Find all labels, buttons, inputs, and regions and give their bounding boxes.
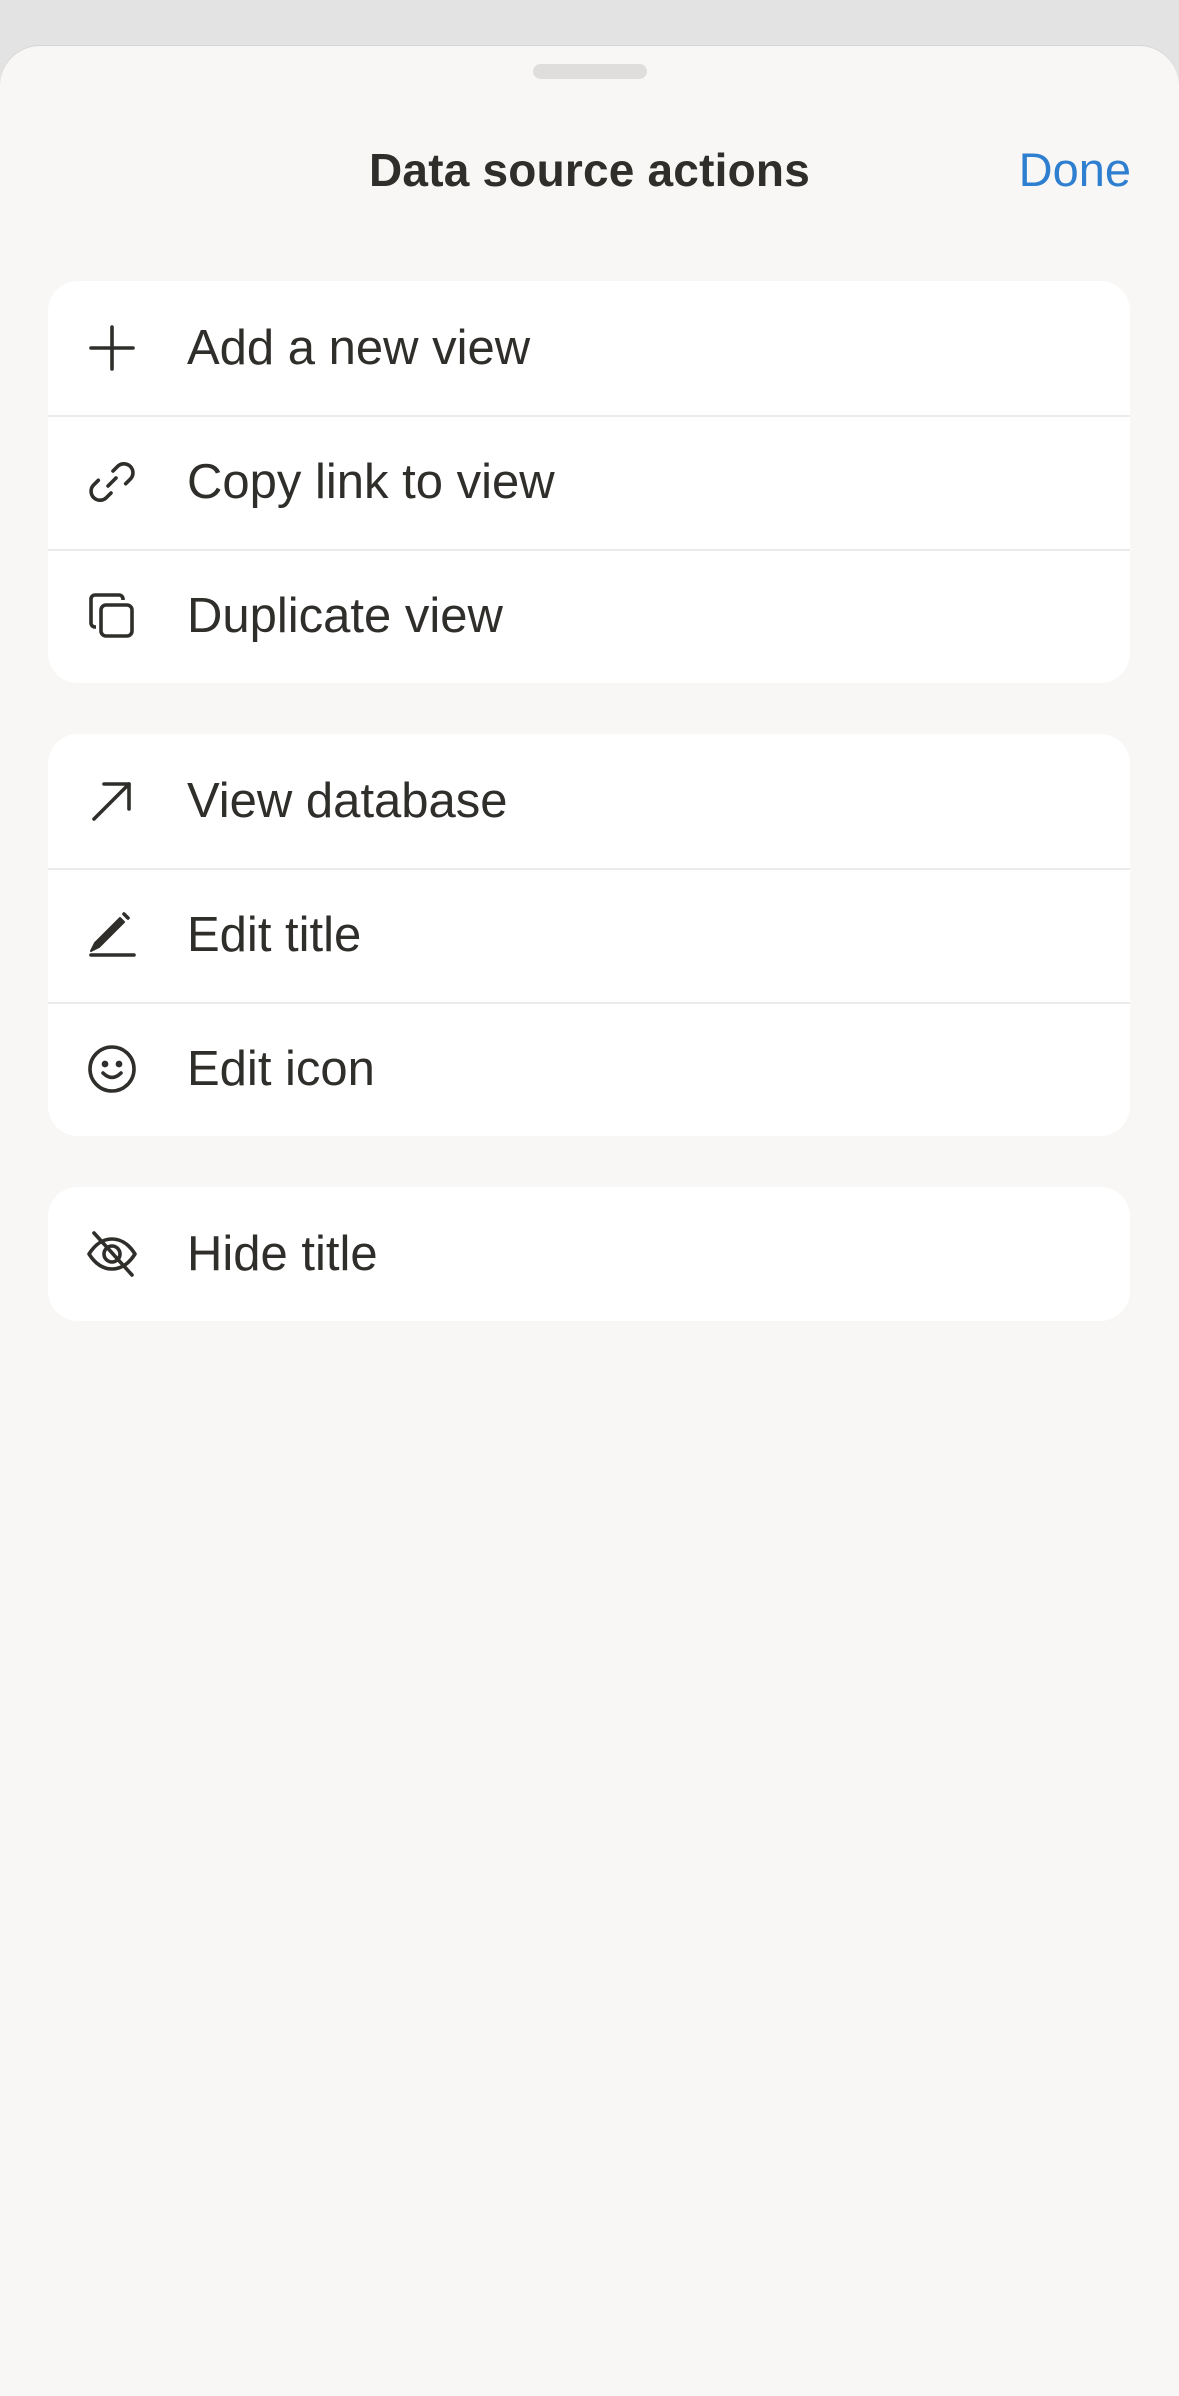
sheet-header: Data source actions Done <box>0 130 1179 210</box>
sheet-grabber[interactable] <box>533 64 647 79</box>
hide-title-label: Hide title <box>187 1227 378 1281</box>
view-database-item[interactable]: View database <box>48 734 1130 868</box>
eye-off-icon <box>86 1228 138 1280</box>
actions-group-visibility: Hide title <box>48 1187 1130 1321</box>
edit-icon-item[interactable]: Edit icon <box>48 1002 1130 1136</box>
add-new-view-label: Add a new view <box>187 321 531 375</box>
duplicate-view-label: Duplicate view <box>187 589 503 643</box>
duplicate-view-item[interactable]: Duplicate view <box>48 549 1130 683</box>
action-sheet: Data source actions Done Add a new view <box>0 46 1179 2396</box>
hide-title-item[interactable]: Hide title <box>48 1187 1130 1321</box>
actions-group-database: View database Edit title Edit icon <box>48 734 1130 1136</box>
smiley-icon <box>86 1043 138 1095</box>
edit-title-label: Edit title <box>187 908 362 962</box>
link-icon <box>86 456 138 508</box>
pencil-icon <box>86 909 138 961</box>
add-new-view-item[interactable]: Add a new view <box>48 281 1130 415</box>
done-button[interactable]: Done <box>1019 130 1131 210</box>
arrow-up-right-icon <box>86 775 138 827</box>
view-database-label: View database <box>187 774 508 828</box>
edit-title-item[interactable]: Edit title <box>48 868 1130 1002</box>
actions-group-view: Add a new view Copy link to view Duplica… <box>48 281 1130 683</box>
sheet-title: Data source actions <box>369 144 810 196</box>
copy-link-label: Copy link to view <box>187 455 555 509</box>
copy-link-item[interactable]: Copy link to view <box>48 415 1130 549</box>
plus-icon <box>86 322 138 374</box>
edit-icon-label: Edit icon <box>187 1042 375 1096</box>
duplicate-icon <box>86 590 138 642</box>
